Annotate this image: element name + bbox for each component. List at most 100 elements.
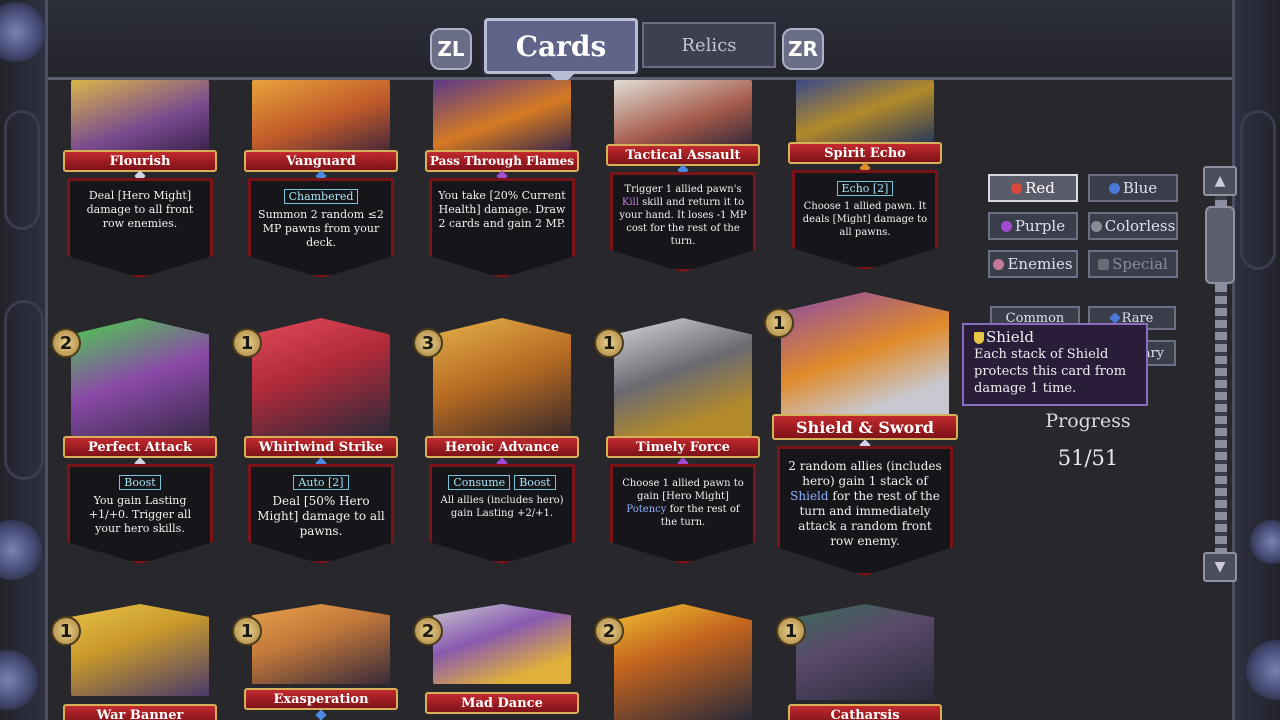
card-art	[796, 80, 934, 142]
card-spirit-echo[interactable]: Spirit Echo Echo [2] Choose 1 allied paw…	[788, 80, 942, 286]
card-art	[71, 80, 209, 150]
card-title: Pass Through Flames	[425, 150, 579, 172]
scroll-up-button[interactable]: ▲	[1203, 166, 1237, 196]
filter-colorless[interactable]: Colorless	[1088, 212, 1178, 240]
tab-relics[interactable]: Relics	[642, 22, 776, 68]
card-art	[433, 604, 571, 684]
filter-red[interactable]: Red	[988, 174, 1078, 202]
progress-label: Progress	[1045, 410, 1131, 432]
filter-blue[interactable]: Blue	[1088, 174, 1178, 202]
card-art	[433, 318, 571, 436]
mp-cost-badge: 1	[232, 616, 262, 646]
filter-enemies[interactable]: Enemies	[988, 250, 1078, 278]
card-perfect-attack[interactable]: Perfect Attack Boost You gain Lasting +1…	[51, 318, 217, 564]
card-title: War Banner	[63, 704, 217, 720]
card-text: for the rest of the turn.	[660, 504, 740, 528]
mp-cost-badge: 1	[594, 328, 624, 358]
card-description: Auto [2] Deal [50% Hero Might] damage to…	[248, 464, 394, 564]
card-tactical-assault[interactable]: Tactical Assault Trigger 1 allied pawn's…	[606, 80, 760, 286]
card-pass-through-flames[interactable]: Pass Through Flames You take [20% Curren…	[425, 80, 579, 286]
filter-label: Special	[1112, 255, 1168, 273]
mp-cost-badge: 1	[776, 616, 806, 646]
card-description: Deal [Hero Might] damage to all front ro…	[67, 178, 213, 278]
shield-keyword[interactable]: Shield	[790, 489, 828, 503]
vine-decoration	[4, 300, 44, 480]
keyword-badge: Boost	[119, 475, 161, 490]
tab-cards[interactable]: Cards	[484, 18, 638, 74]
tooltip-text: Each stack of Shield protects this card …	[974, 347, 1127, 396]
card-text: 2 random allies (includes hero) gain 1 s…	[788, 459, 942, 488]
card-title: Vanguard	[244, 150, 398, 172]
mp-cost-badge: 1	[51, 616, 81, 646]
filter-label: Blue	[1122, 179, 1158, 197]
keyword-badge: Auto [2]	[293, 475, 349, 490]
top-frame	[0, 0, 1280, 80]
red-dot-icon	[1011, 182, 1023, 194]
card-art	[614, 80, 752, 144]
card-title: Exasperation	[244, 688, 398, 710]
keyword-tooltip: Shield Each stack of Shield protects thi…	[962, 323, 1148, 406]
card-art	[71, 318, 209, 436]
card-timely-force[interactable]: Timely Force Choose 1 allied pawn to gai…	[594, 318, 760, 564]
tooltip-title: Shield	[986, 328, 1035, 346]
card-war-banner[interactable]: War Banner 1	[51, 604, 217, 720]
scroll-down-button[interactable]: ▼	[1203, 552, 1237, 582]
card-description: Boost You gain Lasting +1/+0. Trigger al…	[67, 464, 213, 564]
card-exasperation[interactable]: Exasperation 1	[232, 604, 398, 720]
scrollbar-thumb[interactable]	[1205, 206, 1235, 284]
keyword-badge: Boost	[514, 475, 556, 490]
vine-decoration	[4, 110, 40, 230]
card-title: Timely Force	[606, 436, 760, 458]
card-text: Choose 1 allied pawn. It deals [Might] d…	[802, 201, 928, 238]
blue-dot-icon	[1108, 182, 1120, 194]
card-shield-and-sword[interactable]: Shield & Sword 2 random allies (includes…	[764, 292, 958, 582]
progress-value: 51/51	[1057, 446, 1119, 470]
card-title: Heroic Advance	[425, 436, 579, 458]
card-flourish[interactable]: Flourish Deal [Hero Might] damage to all…	[63, 80, 217, 286]
tab-cards-label: Cards	[515, 29, 607, 63]
card-vanguard[interactable]: Vanguard Chambered Summon 2 random ≤2 MP…	[244, 80, 398, 286]
card-title: Mad Dance	[425, 692, 579, 714]
skull-icon	[993, 258, 1005, 270]
card-description: 2 random allies (includes hero) gain 1 s…	[777, 446, 953, 576]
card-mad-dance[interactable]: Mad Dance 2	[413, 604, 579, 720]
zl-shoulder-icon[interactable]: ZL	[430, 28, 472, 70]
card-description: Consume Boost All allies (includes hero) …	[429, 464, 575, 564]
card-text: skill and return it to your hand. It los…	[619, 197, 747, 247]
mp-cost-badge: 2	[51, 328, 81, 358]
vine-decoration	[1240, 110, 1276, 270]
tab-relics-label: Relics	[681, 34, 737, 56]
filter-label: Purple	[1014, 217, 1066, 235]
mp-cost-badge: 2	[413, 616, 443, 646]
filter-special[interactable]: Special	[1088, 250, 1178, 278]
rarity-gem-icon	[315, 709, 327, 720]
card-heroic-advance[interactable]: Heroic Advance Consume Boost All allies (…	[413, 318, 579, 564]
keyword-badge: Consume	[448, 475, 511, 490]
keyword-badge: Chambered	[283, 189, 359, 204]
card-text: You take [20% Current Health] damage. Dr…	[438, 189, 566, 230]
card-title: Catharsis	[788, 704, 942, 720]
card-description: Chambered Summon 2 random ≤2 MP pawns fr…	[248, 178, 394, 278]
card-art	[781, 292, 949, 432]
card-whirlwind-strike[interactable]: Whirlwind Strike Auto [2] Deal [50% Hero…	[232, 318, 398, 564]
kill-keyword: Kill	[621, 197, 639, 208]
filter-purple[interactable]: Purple	[988, 212, 1078, 240]
potency-keyword: Potency	[626, 504, 667, 515]
card-art	[252, 80, 390, 150]
card-description: Echo [2] Choose 1 allied pawn. It deals …	[792, 170, 938, 270]
card-art	[252, 604, 390, 684]
card-art	[614, 318, 752, 436]
purple-dot-icon	[1000, 220, 1012, 232]
mp-cost-badge: 3	[413, 328, 443, 358]
card-title: Spirit Echo	[788, 142, 942, 164]
card-art	[796, 604, 934, 700]
keyword-badge: Echo [2]	[836, 181, 894, 196]
card-title: Tactical Assault	[606, 144, 760, 166]
card-text: You gain Lasting +1/+0. Trigger all your…	[88, 494, 192, 535]
card-description: Trigger 1 allied pawn's Kill skill and r…	[610, 172, 756, 272]
card-catharsis[interactable]: Catharsis 1	[776, 604, 942, 720]
lock-icon	[1098, 258, 1110, 270]
zr-shoulder-icon[interactable]: ZR	[782, 28, 824, 70]
card-shadow-flame[interactable]: 2	[594, 604, 760, 720]
card-title: Perfect Attack	[63, 436, 217, 458]
